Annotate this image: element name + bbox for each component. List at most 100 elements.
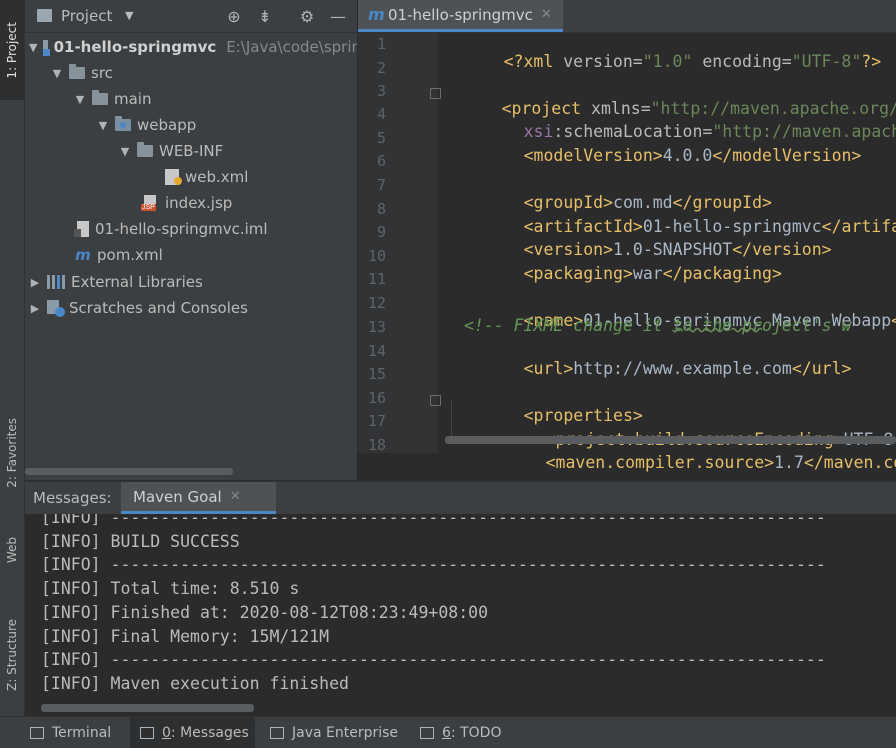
tool-tab-java-enterprise-label: Java Enterprise xyxy=(292,724,399,741)
chevron-down-icon[interactable]: ▼ xyxy=(125,9,133,22)
tree-item-label: pom.xml xyxy=(97,246,163,264)
tool-tab-project[interactable]: 1: Project xyxy=(0,0,24,100)
collapsed-arrow-icon[interactable]: ▶ xyxy=(29,276,41,289)
tree-item-scratches[interactable]: ▶ Scratches and Consoles xyxy=(25,295,357,321)
expanded-arrow-icon[interactable]: ▼ xyxy=(74,93,86,106)
line-number: 5 xyxy=(376,129,386,147)
tree-item-web-xml[interactable]: web.xml xyxy=(25,164,357,190)
module-folder-icon xyxy=(42,40,50,56)
tree-item-web-inf[interactable]: ▼ WEB-INF xyxy=(25,138,357,164)
line-number: 10 xyxy=(367,247,386,265)
console-line: [INFO] Total time: 8.510 s xyxy=(41,579,300,598)
tool-tab-messages[interactable]: 0: Messages xyxy=(130,717,255,748)
maven-icon: m xyxy=(75,246,91,264)
tool-tab-messages-key: 0 xyxy=(162,724,171,741)
code-line-13: <!-- FIXME change it to the project's w xyxy=(464,316,852,335)
fold-marker-icon[interactable] xyxy=(430,88,441,99)
console-line: [INFO] ---------------------------------… xyxy=(41,650,826,669)
terminal-icon xyxy=(30,726,44,739)
maven-icon: m xyxy=(368,5,385,24)
tree-item-label: src xyxy=(91,64,113,82)
tool-tab-terminal[interactable]: Terminal xyxy=(30,717,125,748)
line-number: 2 xyxy=(376,59,386,77)
tool-tab-structure[interactable]: Z: Structure xyxy=(0,600,24,710)
tree-item-src[interactable]: ▼ src xyxy=(25,60,357,86)
gear-icon[interactable]: ⚙ xyxy=(297,6,317,26)
tree-item-label: index.jsp xyxy=(165,194,233,212)
tree-item-webapp[interactable]: ▼ webapp xyxy=(25,112,357,138)
tool-tab-terminal-label: Terminal xyxy=(52,724,112,741)
tool-tab-java-enterprise[interactable]: Java Enterprise xyxy=(270,717,410,748)
expanded-arrow-icon[interactable]: ▼ xyxy=(97,119,109,132)
tab-maven-goal-label: Maven Goal xyxy=(133,487,222,506)
tree-item-label: webapp xyxy=(137,116,197,134)
project-horizontal-scrollbar[interactable] xyxy=(25,468,233,475)
folder-icon xyxy=(137,142,153,157)
line-number: 1 xyxy=(376,35,386,53)
tool-tab-web[interactable]: Web xyxy=(0,520,24,580)
console-line: [INFO] ---------------------------------… xyxy=(41,555,826,574)
left-tool-strip: 1: Project 2: Favorites Web Z: Structure xyxy=(0,0,25,716)
hide-panel-icon[interactable]: — xyxy=(328,6,348,26)
tool-tab-todo[interactable]: 6: TODO xyxy=(420,717,510,748)
editor-tab-label: 01-hello-springmvc xyxy=(388,5,533,24)
locate-icon[interactable]: ⊕ xyxy=(224,6,244,26)
fold-marker-icon[interactable] xyxy=(430,395,441,406)
line-number: 11 xyxy=(367,270,386,288)
tree-item-label: Scratches and Consoles xyxy=(69,299,248,317)
expanded-arrow-icon[interactable]: ▼ xyxy=(29,41,37,54)
tool-tab-todo-label: : TODO xyxy=(450,724,502,741)
console-line: [INFO] Finished at: 2020-08-12T08:23:49+… xyxy=(41,603,489,622)
editor-tab-pom-xml[interactable]: m 01-hello-springmvc ✕ xyxy=(358,0,563,32)
line-number-gutter: 1 2 3 4 5 6 7 8 9 10 11 12 13 14 15 16 1… xyxy=(358,33,441,454)
code-area[interactable]: <?xml version="1.0" encoding="UTF-8"?> <… xyxy=(444,33,896,472)
expanded-arrow-icon[interactable]: ▼ xyxy=(119,145,131,158)
line-number: 8 xyxy=(376,200,386,218)
console-output[interactable]: [INFO] ---------------------------------… xyxy=(25,514,896,717)
expanded-arrow-icon[interactable]: ▼ xyxy=(51,67,63,80)
line-number: 13 xyxy=(367,318,386,336)
tree-item-pom-xml[interactable]: m pom.xml xyxy=(25,242,357,268)
tool-tab-web-label: Web xyxy=(5,536,19,564)
line-number: 15 xyxy=(367,365,386,383)
close-icon[interactable]: ✕ xyxy=(230,489,241,504)
tree-item-path: E:\Java\code\sprin xyxy=(226,38,357,56)
console-line: [INFO] Maven execution finished xyxy=(41,674,349,693)
tool-tab-structure-label: Z: Structure xyxy=(5,619,19,691)
tree-item-label: 01-hello-springmvc.iml xyxy=(95,220,268,238)
tool-tab-favorites[interactable]: 2: Favorites xyxy=(0,400,24,505)
tree-item-label: main xyxy=(114,90,152,108)
project-folder-icon xyxy=(37,9,52,22)
folder-icon xyxy=(69,64,85,79)
tree-item-index-jsp[interactable]: index.jsp xyxy=(25,190,357,216)
close-icon[interactable]: ✕ xyxy=(541,7,552,22)
todo-icon xyxy=(420,726,434,739)
tool-tab-messages-label: : Messages xyxy=(170,724,249,741)
tab-maven-goal[interactable]: Maven Goal ✕ xyxy=(121,482,276,514)
tree-item-iml[interactable]: 01-hello-springmvc.iml xyxy=(25,216,357,242)
console-line: [INFO] BUILD SUCCESS xyxy=(41,532,240,551)
tree-item-main[interactable]: ▼ main xyxy=(25,86,357,112)
tree-item-label: External Libraries xyxy=(71,273,203,291)
indent-guide xyxy=(451,400,452,440)
line-number: 9 xyxy=(376,223,386,241)
editor: m 01-hello-springmvc ✕ 1 2 3 4 5 6 7 8 9… xyxy=(358,0,896,480)
tree-item-label: WEB-INF xyxy=(159,142,224,160)
tree-item-external-libraries[interactable]: ▶ External Libraries xyxy=(25,269,357,295)
line-number: 7 xyxy=(376,176,386,194)
console-horizontal-scrollbar[interactable] xyxy=(41,704,254,712)
messages-panel: Messages: Maven Goal ✕ [INFO] ----------… xyxy=(25,481,896,717)
iml-file-icon xyxy=(74,221,89,237)
collapse-all-icon[interactable]: ⇟ xyxy=(255,6,275,26)
project-view-selector[interactable]: Project xyxy=(61,7,112,25)
line-number: 17 xyxy=(367,412,386,430)
editor-tab-bar: m 01-hello-springmvc ✕ xyxy=(358,0,896,33)
bottom-tool-bar: Terminal 0: Messages Java Enterprise 6: … xyxy=(0,716,896,748)
tree-item-label: 01-hello-springmvc xyxy=(53,38,217,56)
scratches-icon xyxy=(47,300,65,317)
collapsed-arrow-icon[interactable]: ▶ xyxy=(29,302,41,315)
line-number: 12 xyxy=(367,294,386,312)
tree-item-project-root[interactable]: ▼ 01-hello-springmvc E:\Java\code\sprin xyxy=(25,34,357,60)
editor-horizontal-scrollbar[interactable] xyxy=(445,436,896,444)
xml-file-icon xyxy=(165,169,182,185)
